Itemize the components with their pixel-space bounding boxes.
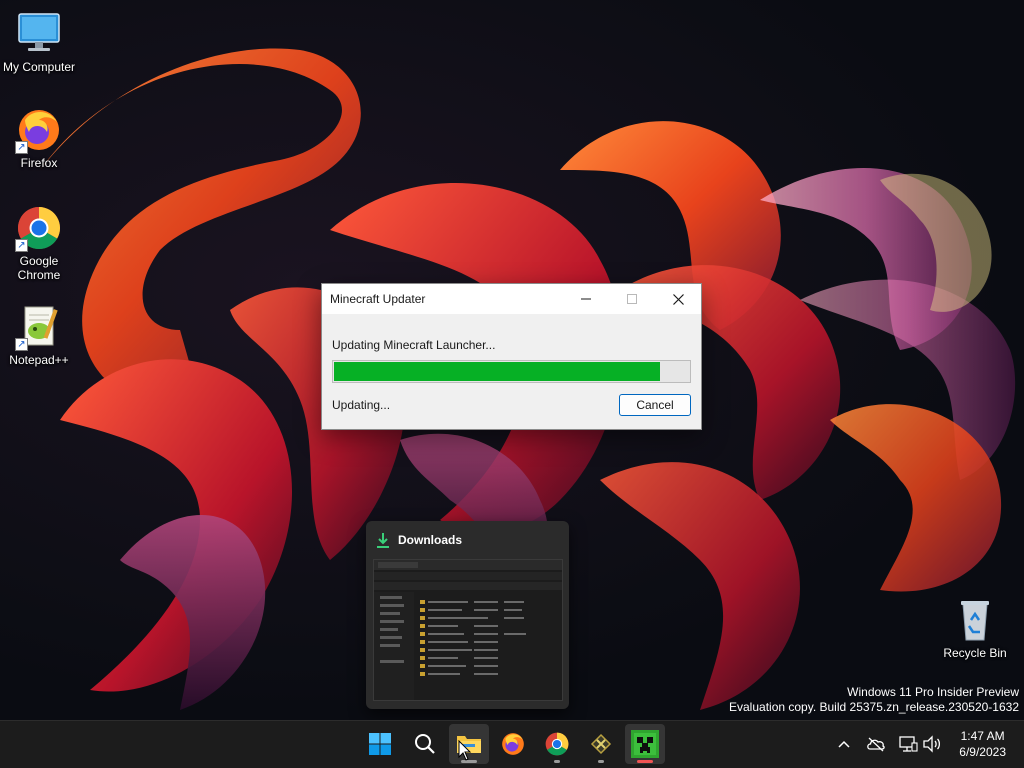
thumbnail-title: Downloads [398, 533, 463, 547]
chrome-icon [545, 732, 569, 756]
minimize-button[interactable] [563, 284, 609, 314]
active-app-indicator [637, 760, 653, 763]
notepad-plus-plus-icon: ↗ [15, 303, 63, 351]
taskbar-firefox[interactable] [493, 724, 533, 764]
desktop-icon-label: Google Chrome [17, 254, 61, 282]
show-hidden-icons-button[interactable] [834, 734, 854, 754]
taskbar-window-thumbnail[interactable]: Downloads [366, 521, 569, 709]
cloud-offline-icon [867, 737, 885, 752]
desktop-icon-google-chrome[interactable]: ↗ Google Chrome [1, 204, 77, 282]
firefox-icon: ↗ [15, 106, 63, 154]
running-indicator [554, 760, 560, 763]
explorer-window-preview [373, 559, 563, 701]
network-tray-button[interactable] [898, 734, 918, 754]
desktop-icon-label: My Computer [2, 60, 76, 74]
minecraft-updater-dialog: Minecraft Updater Updating Minecraft Lau… [321, 283, 702, 430]
network-icon [899, 736, 918, 752]
mouse-cursor-icon [458, 740, 472, 761]
desktop-icon-label: Recycle Bin [943, 646, 1007, 660]
status-message: Updating Minecraft Launcher... [332, 338, 496, 352]
volume-tray-button[interactable] [922, 734, 942, 754]
dialog-body: Updating Minecraft Launcher... Updating.… [322, 338, 701, 416]
desktop-icon-recycle-bin[interactable]: Recycle Bin [937, 596, 1013, 660]
taskbar-app-unknown[interactable] [581, 724, 621, 764]
firefox-icon [502, 733, 524, 755]
watermark-build: Evaluation copy. Build 25375.zn_release.… [729, 700, 1019, 714]
progress-bar [332, 360, 691, 383]
shortcut-arrow-icon: ↗ [15, 141, 28, 154]
watermark-edition: Windows 11 Pro Insider Preview [847, 685, 1019, 699]
maximize-icon [627, 294, 637, 304]
shortcut-arrow-icon: ↗ [15, 239, 28, 252]
progress-status-text: Updating... [332, 398, 391, 412]
monitor-icon [15, 10, 63, 58]
download-icon [377, 533, 389, 548]
minimize-icon [581, 298, 591, 300]
clock-date: 6/9/2023 [959, 745, 1006, 759]
desktop-icon-notepad-plus-plus[interactable]: ↗ Notepad++ [1, 303, 77, 367]
minecraft-creeper-icon [631, 730, 659, 758]
taskbar-minecraft[interactable] [625, 724, 665, 764]
desktop-icon-label: Firefox [20, 156, 58, 170]
taskbar-clock[interactable]: 1:47 AM 6/9/2023 [959, 728, 1006, 760]
windows-logo-icon [369, 733, 391, 755]
evaluation-watermark: Windows 11 Pro Insider Preview Evaluatio… [729, 685, 1019, 715]
maximize-button [609, 284, 655, 314]
progress-fill [334, 362, 661, 381]
clock-time: 1:47 AM [960, 729, 1005, 743]
desktop-icon-my-computer[interactable]: My Computer [1, 10, 77, 74]
running-indicator [598, 760, 604, 763]
close-icon [672, 293, 684, 305]
recycle-bin-icon [951, 596, 999, 644]
app-diamond-icon [590, 733, 612, 755]
shortcut-arrow-icon: ↗ [15, 338, 28, 351]
desktop-icon-firefox[interactable]: ↗ Firefox [1, 106, 77, 170]
search-button[interactable] [405, 724, 445, 764]
chevron-up-icon [838, 740, 850, 748]
desktop-icon-label: Notepad++ [9, 353, 69, 367]
chrome-icon: ↗ [15, 204, 63, 252]
search-icon [415, 734, 435, 754]
cancel-button[interactable]: Cancel [619, 394, 691, 416]
speaker-icon [923, 735, 941, 753]
onedrive-tray-button[interactable] [866, 734, 886, 754]
dialog-titlebar[interactable]: Minecraft Updater [322, 284, 701, 314]
taskbar-chrome[interactable] [537, 724, 577, 764]
close-button[interactable] [655, 284, 701, 314]
start-button[interactable] [360, 724, 400, 764]
dialog-title: Minecraft Updater [330, 292, 426, 306]
